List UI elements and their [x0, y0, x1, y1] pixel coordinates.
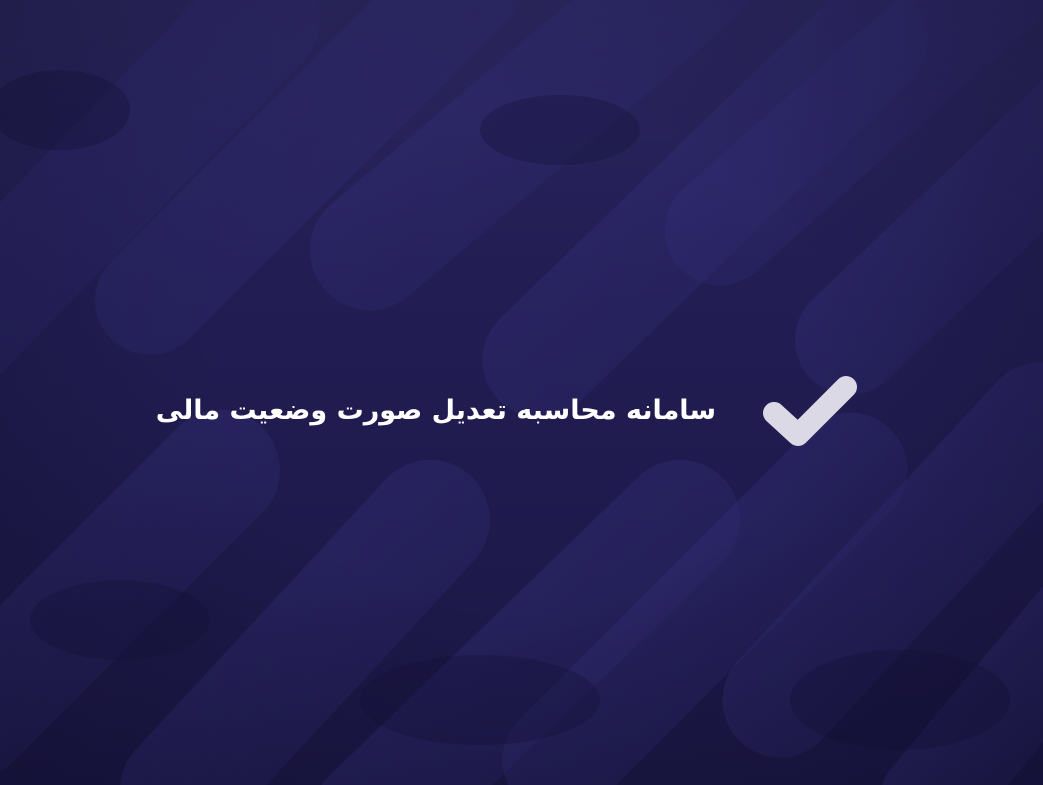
checkmark-logo-icon	[763, 376, 857, 446]
brand-header: سامانه محاسبه تعدیل صورت وضعیت مالی	[100, 360, 860, 460]
app-title: سامانه محاسبه تعدیل صورت وضعیت مالی	[155, 394, 716, 426]
splash-screen: سامانه محاسبه تعدیل صورت وضعیت مالی	[0, 0, 1043, 785]
